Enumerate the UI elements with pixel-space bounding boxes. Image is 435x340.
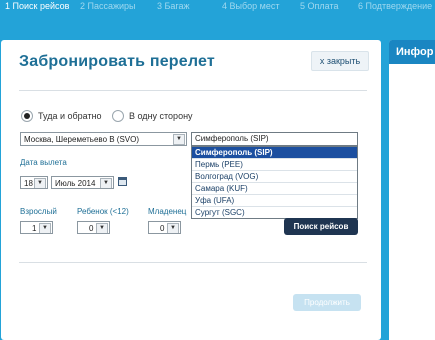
info-panel-title: Инфор	[389, 40, 435, 64]
round-trip-radio[interactable]	[21, 110, 33, 122]
destination-input[interactable]: Симферополь (SIP)	[191, 132, 358, 146]
booking-panel: Забронировать перелет x закрыть Туда и о…	[1, 40, 381, 340]
destination-option[interactable]: Уфа (UFA)	[192, 195, 357, 207]
chevron-down-icon: ▼	[167, 223, 179, 233]
infants-label: Младенец	[148, 207, 187, 216]
departure-month-value: Июль 2014	[55, 179, 96, 188]
chevron-down-icon: ▼	[39, 223, 51, 233]
one-way-radio[interactable]	[112, 110, 124, 122]
continue-button[interactable]: Продолжить	[293, 294, 361, 311]
calendar-icon[interactable]	[118, 177, 127, 186]
destination-dropdown: Симферополь (SIP) Пермь (PEE) Волгоград …	[191, 146, 358, 219]
children-label: Ребенок (<12)	[77, 207, 129, 216]
step-seat-selection[interactable]: 4 Выбор мест	[222, 1, 279, 11]
info-panel: Инфор	[389, 40, 435, 340]
children-value: 0	[89, 224, 94, 233]
adults-label: Взрослый	[20, 207, 57, 216]
destination-option[interactable]: Симферополь (SIP)	[192, 147, 357, 159]
one-way-label: В одну сторону	[129, 111, 193, 121]
departure-day-select[interactable]: 18 ▼	[20, 176, 48, 189]
step-search-flights[interactable]: 1 Поиск рейсов	[5, 1, 69, 11]
destination-option[interactable]: Самара (KUF)	[192, 183, 357, 195]
close-button[interactable]: x закрыть	[311, 51, 369, 71]
step-confirmation[interactable]: 6 Подтверждение	[358, 1, 432, 11]
departure-month-select[interactable]: Июль 2014 ▼	[51, 176, 114, 189]
departure-day-value: 18	[24, 179, 33, 188]
destination-option[interactable]: Сургут (SGC)	[192, 207, 357, 218]
search-flights-button[interactable]: Поиск рейсов	[284, 218, 358, 235]
departure-date-label: Дата вылета	[20, 158, 67, 167]
chevron-down-icon: ▼	[34, 178, 46, 188]
page-title: Забронировать перелет	[19, 53, 215, 70]
origin-select[interactable]: Москва, Шереметьево B (SVO) ▼	[20, 132, 187, 146]
origin-value: Москва, Шереметьево B (SVO)	[24, 135, 140, 144]
step-baggage[interactable]: 3 Багаж	[157, 1, 190, 11]
chevron-down-icon: ▼	[100, 178, 112, 188]
destination-option[interactable]: Волгоград (VOG)	[192, 171, 357, 183]
divider	[19, 90, 367, 91]
children-select[interactable]: 0 ▼	[77, 221, 110, 234]
adults-select[interactable]: 1 ▼	[20, 221, 53, 234]
step-passengers[interactable]: 2 Пассажиры	[80, 1, 136, 11]
infants-select[interactable]: 0 ▼	[148, 221, 181, 234]
destination-option[interactable]: Пермь (PEE)	[192, 159, 357, 171]
infants-value: 0	[160, 224, 165, 233]
chevron-down-icon: ▼	[173, 134, 185, 145]
chevron-down-icon: ▼	[96, 223, 108, 233]
adults-value: 1	[32, 224, 37, 233]
round-trip-label: Туда и обратно	[38, 111, 102, 121]
step-payment[interactable]: 5 Оплата	[300, 1, 338, 11]
divider	[19, 262, 367, 263]
booking-steps: 1 Поиск рейсов 2 Пассажиры 3 Багаж 4 Выб…	[0, 0, 435, 16]
